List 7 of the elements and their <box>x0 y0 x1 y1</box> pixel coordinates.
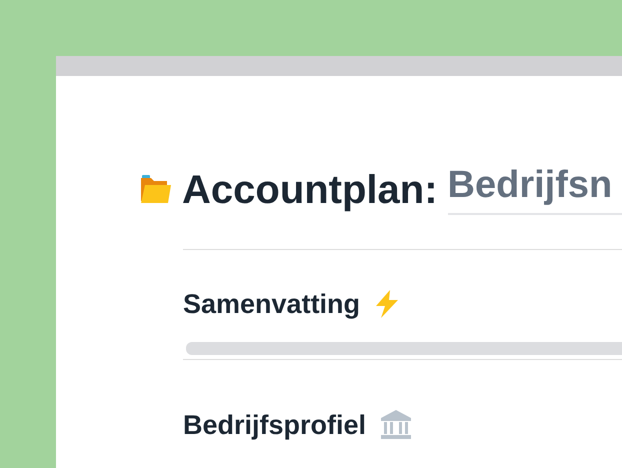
title-field[interactable]: Bedrijfsn <box>448 164 622 215</box>
folder-icon <box>140 174 172 204</box>
lightning-icon <box>374 290 400 318</box>
section-title: Bedrijfsprofiel <box>183 412 366 438</box>
section-title: Samenvatting <box>183 290 360 318</box>
page-title: Accountplan: <box>182 170 438 210</box>
bank-icon <box>380 410 412 440</box>
